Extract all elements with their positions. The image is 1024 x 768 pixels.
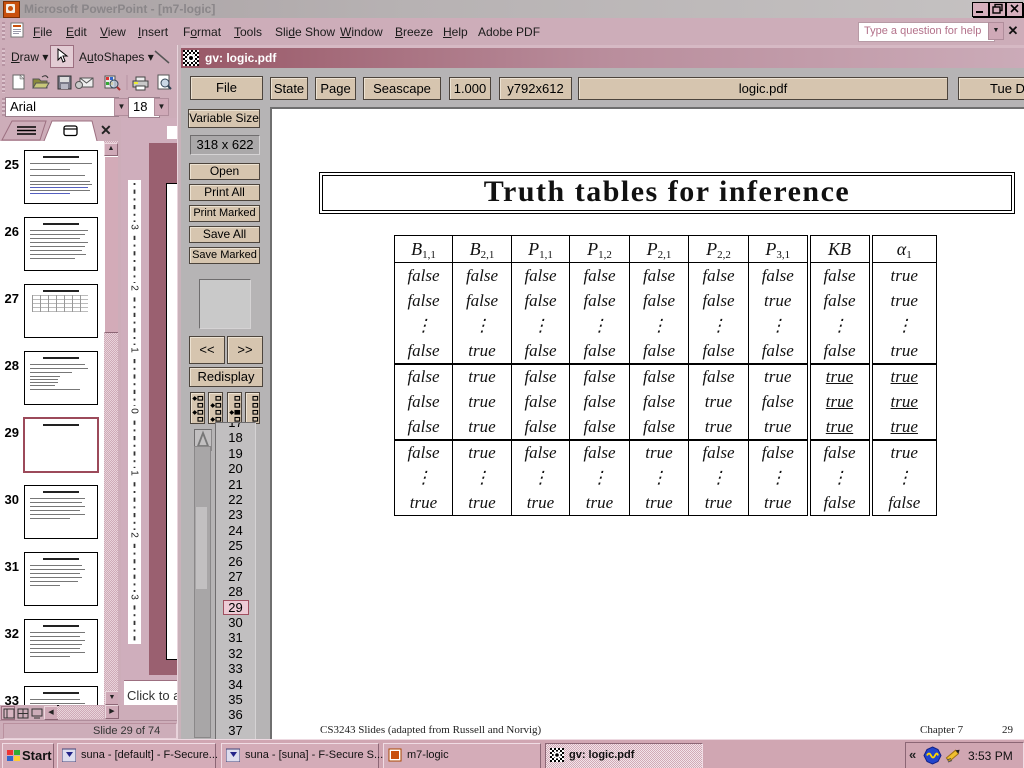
svg-text:1: 1: [129, 347, 140, 353]
svg-text:0: 0: [129, 408, 140, 414]
svg-text:2: 2: [129, 285, 140, 291]
svg-text:1: 1: [129, 470, 140, 476]
svg-text:3: 3: [129, 224, 140, 230]
svg-text:3: 3: [129, 594, 140, 600]
svg-text:2: 2: [129, 532, 140, 538]
